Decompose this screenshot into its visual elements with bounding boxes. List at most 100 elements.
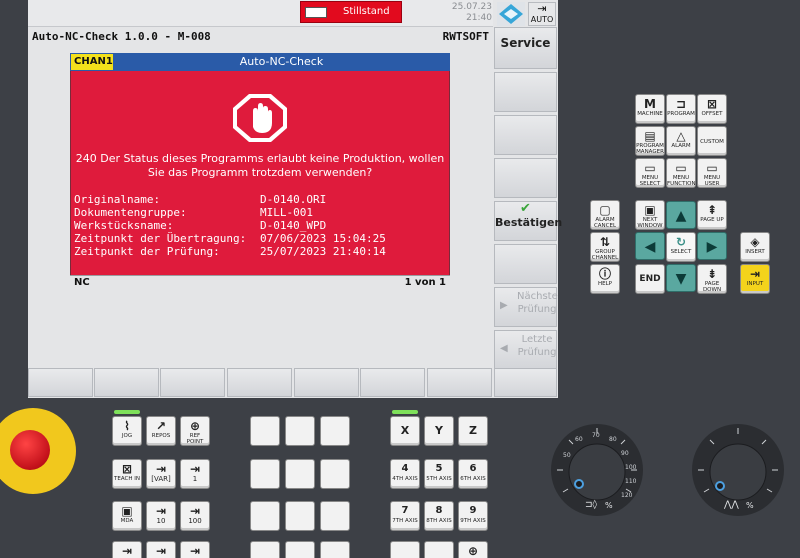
page-up-key[interactable]: ⇞ PAGE UP [697,200,727,230]
blank-key[interactable] [250,501,280,531]
next-window-icon: ▣ [644,203,656,217]
blank-key[interactable] [285,501,315,531]
alarm-cancel-key[interactable]: ▢ ALARM CANCEL [590,200,620,230]
blank-key[interactable] [285,541,315,558]
softkey-v6[interactable] [494,244,557,284]
axis-7-key[interactable]: 7 7TH AXIS [390,501,420,531]
chevron-right-icon: ▶ [500,300,508,311]
axis-x-key[interactable]: X [390,416,420,446]
axis-6-key[interactable]: 6 6TH AXIS [458,459,488,489]
select-key[interactable]: ↻ SELECT [666,232,696,262]
softkey-h2[interactable] [94,368,159,397]
app-title: Auto-NC-Check 1.0.0 - M-008 [32,30,211,43]
ref-point-key[interactable]: ⊕ REF POINT [180,416,210,446]
menu-select-key[interactable]: ▭ MENU SELECT [635,158,665,188]
softkey-h3[interactable] [160,368,225,397]
dialog-title: Auto-NC-Check [239,55,324,68]
arrow-down-key[interactable]: ▼ [666,264,696,292]
group-channel-icon: ⇅ [599,235,611,249]
field-label: Dokumentengruppe: [74,206,187,219]
field-label: Zeitpunkt der Prüfung: [74,245,220,258]
inc-10-key[interactable]: ⇥ 10 [146,501,176,531]
axis-9-key[interactable]: 9 9TH AXIS [458,501,488,531]
service-softkey[interactable]: Service [494,27,557,69]
offset-key[interactable]: ⊠ OFFSET [697,94,727,124]
mda-key[interactable]: ▣ MDA [112,501,142,531]
softkey-h5[interactable] [294,368,359,397]
mda-icon: ▣ [121,504,133,518]
next-window-key[interactable]: ▣ NEXT WINDOW [635,200,665,230]
inc-1-key[interactable]: ⇥ 1 [180,459,210,489]
menu-function-icon: ▭ [675,161,687,175]
softkey-v3[interactable] [494,115,557,155]
program-key[interactable]: ⊐ PROGRAM [666,94,696,124]
blank-key[interactable] [285,416,315,446]
softkey-h7[interactable] [427,368,492,397]
inc-10-icon: ⇥ [155,504,167,518]
axis-y-key[interactable]: Y [424,416,454,446]
offset-icon: ⊠ [706,97,718,111]
end-key[interactable]: END [635,264,665,294]
softkey-h6[interactable] [360,368,425,397]
group-channel-key[interactable]: ⇅ GROUP CHANNEL [590,232,620,262]
program-manager-key[interactable]: ▤ PROGRAM MANAGER [635,126,665,156]
softkey-v2[interactable] [494,72,557,112]
alarm-key[interactable]: △ ALARM [666,126,696,156]
inc-icon: ⇥ [189,544,201,558]
blank-key[interactable] [320,501,350,531]
arrow-right-key[interactable]: ▶ [697,232,727,260]
axis-8-key[interactable]: 8 8TH AXIS [424,501,454,531]
softkey-h1[interactable] [28,368,93,397]
auto-mode-button[interactable]: ⇥ AUTO [528,2,556,26]
next-check-softkey[interactable]: ▶ Nächste Prüfung [494,287,558,327]
blank-key[interactable] [250,416,280,446]
custom-key[interactable]: CUSTOM [697,126,727,156]
softkey-h8[interactable] [494,368,557,397]
app-title-bar: Auto-NC-Check 1.0.0 - M-008 RWTSOFT [28,28,493,46]
work-key[interactable]: ⊕ [458,541,488,558]
var-key[interactable]: ⇥ [VAR] [146,459,176,489]
axis-4-key[interactable]: 4 4TH AXIS [390,459,420,489]
inc-key-5[interactable]: ⇥ [180,541,210,558]
blank-key[interactable] [250,541,280,558]
axis-minus-key[interactable] [390,541,420,558]
page-down-key[interactable]: ⇟ PAGE DOWN [697,264,727,294]
axis-z-key[interactable]: Z [458,416,488,446]
repos-key[interactable]: ↗ REPOS [146,416,176,446]
axis-rapid-key[interactable] [424,541,454,558]
emergency-stop-button[interactable] [0,408,76,494]
menu-function-key[interactable]: ▭ MENU FUNCTION [666,158,696,188]
status-lamp-icon [305,7,327,18]
softkey-v4[interactable] [494,158,557,198]
inc-100-key[interactable]: ⇥ 100 [180,501,210,531]
last-check-softkey[interactable]: ◀ Letzte Prüfung [494,330,557,370]
axis-5-key[interactable]: 5 5TH AXIS [424,459,454,489]
feed-override-dial[interactable]: ⋀⋀ % [690,422,786,518]
menu-select-icon: ▭ [644,161,656,175]
arrow-left-key[interactable]: ◀ [635,232,665,260]
field-label: Werkstücksname: [74,219,174,232]
help-key[interactable]: ⓘ HELP [590,264,620,294]
blank-key[interactable] [285,459,315,489]
confirm-softkey[interactable]: ✔ Bestätigen [494,201,562,241]
blank-key[interactable] [250,459,280,489]
machine-key[interactable]: M MACHINE [635,94,665,124]
inc-100-icon: ⇥ [189,504,201,518]
time: 21:40 [466,13,492,23]
menu-user-icon: ▭ [706,161,718,175]
softkey-h4[interactable] [227,368,292,397]
teach-in-key[interactable]: ⊠ TEACH IN [112,459,142,489]
var-icon: ⇥ [155,462,167,476]
datetime: 25.07.23 21:40 [440,2,492,24]
arrow-up-key[interactable]: ▲ [666,201,696,229]
jog-key[interactable]: ⌇ JOG [112,416,142,446]
blank-key[interactable] [320,416,350,446]
blank-key[interactable] [320,459,350,489]
insert-key[interactable]: ◈ INSERT [740,232,770,262]
menu-user-key[interactable]: ▭ MENU USER [697,158,727,188]
inc-key-4[interactable]: ⇥ [146,541,176,558]
input-key[interactable]: ⇥ INPUT [740,264,770,294]
spindle-override-dial[interactable]: 50 60 70 80 90 100 110 120 ⊐◊ % [549,422,645,518]
auto-key[interactable]: ⇥ [112,541,142,558]
blank-key[interactable] [320,541,350,558]
